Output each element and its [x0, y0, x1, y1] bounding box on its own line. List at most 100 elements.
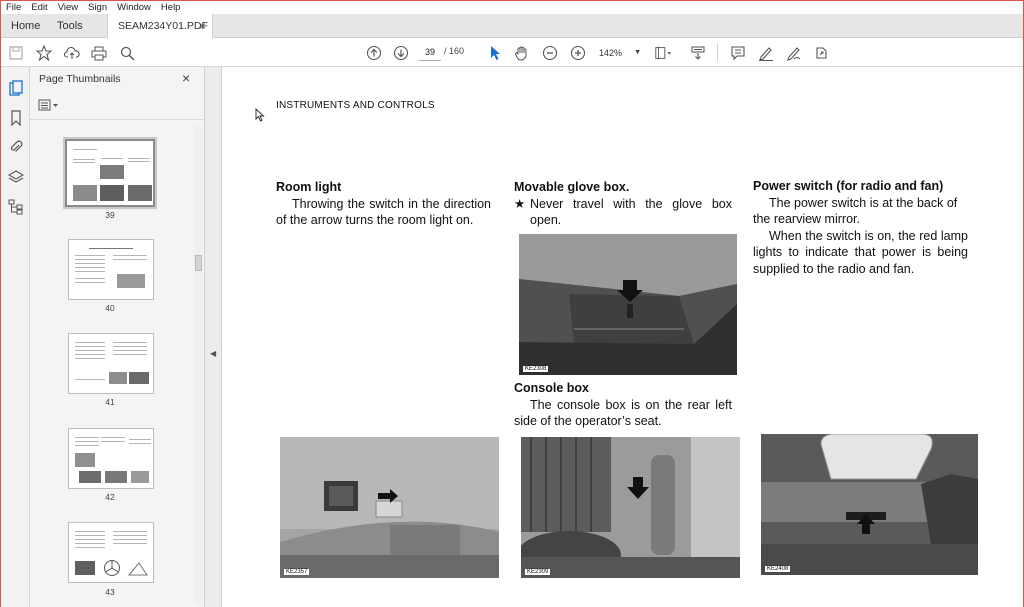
panel-splitter[interactable]: ◀ [205, 67, 222, 607]
thumb-text [128, 158, 150, 159]
sign-icon[interactable] [785, 44, 803, 62]
zoom-select[interactable]: 142% ▼ [599, 45, 641, 61]
thumbnail-page-40[interactable] [68, 239, 154, 300]
print-icon[interactable] [90, 44, 108, 62]
thumbnail-scrollbar[interactable] [194, 125, 203, 605]
scroll-mode-icon[interactable] [689, 44, 707, 62]
menu-help[interactable]: Help [156, 2, 186, 13]
thumb-photo [75, 561, 95, 575]
thumb-text [75, 379, 105, 380]
thumbnails-icon[interactable] [7, 79, 24, 96]
zoom-in-icon[interactable] [569, 44, 587, 62]
tab-document[interactable]: SEAM234Y01.PDF × [107, 14, 213, 38]
power-switch-title: Power switch (for radio and fan) [753, 179, 944, 193]
panel-divider [30, 119, 205, 120]
menu-sign[interactable]: Sign [83, 2, 112, 13]
hand-tool-icon[interactable] [513, 44, 531, 62]
menu-view[interactable]: View [53, 2, 83, 13]
close-icon[interactable]: × [182, 70, 190, 86]
thumb-text [75, 354, 105, 355]
page-down-icon[interactable] [392, 44, 410, 62]
thumb-text [101, 158, 123, 159]
cloud-upload-icon[interactable] [63, 44, 81, 62]
console-box-section: Console box The console box is on the re… [514, 380, 732, 430]
tab-home[interactable]: Home [11, 14, 40, 38]
left-rail [1, 67, 30, 607]
thumbnail-page-42[interactable] [68, 428, 154, 489]
glove-box-body: Never travel with the glove box open. [530, 196, 732, 228]
thumb-text [73, 159, 95, 160]
layers-icon[interactable] [7, 168, 24, 185]
star-icon[interactable] [35, 44, 53, 62]
glove-box-section: Movable glove box. ★ Never travel with t… [514, 179, 732, 229]
page-total: / 160 [444, 46, 465, 56]
thumb-text [101, 437, 125, 438]
menu-bar: File Edit View Sign Window Help [1, 1, 1023, 14]
photo-label: KE2309 [525, 569, 551, 575]
fit-page-icon[interactable] [654, 44, 672, 62]
zoom-value: 142% [599, 48, 623, 58]
thumb-photo [117, 274, 145, 288]
thumb-photo [131, 471, 149, 483]
page-up-icon[interactable] [365, 44, 383, 62]
thumb-text [113, 354, 147, 355]
toolbar-divider [717, 44, 718, 61]
thumb-text [113, 259, 147, 260]
document-view[interactable]: INSTRUMENTS AND CONTROLS Room light Thro… [222, 67, 1023, 607]
thumb-text [75, 259, 105, 260]
thumb-text [113, 342, 147, 343]
thumbnail-label: 43 [105, 587, 115, 597]
glove-box-title: Movable glove box. [514, 180, 630, 194]
power-switch-body-1: The power switch is at the back of the r… [753, 195, 958, 227]
star-icon: ★ [514, 196, 526, 211]
thumb-text [75, 267, 105, 268]
bookmark-icon[interactable] [7, 109, 24, 126]
share-icon[interactable] [812, 44, 830, 62]
close-icon[interactable]: × [199, 14, 206, 38]
thumb-text [75, 282, 105, 283]
thumbnail-label: 41 [105, 397, 115, 407]
structure-icon[interactable] [7, 198, 24, 215]
photo-label: KE2357 [284, 569, 310, 575]
comment-icon[interactable] [729, 44, 747, 62]
thumbnail-options-button[interactable] [38, 98, 62, 112]
thumbnail-page-43[interactable] [68, 522, 154, 583]
thumbnail-page-41[interactable] [68, 333, 154, 394]
highlight-pen-icon[interactable] [757, 44, 775, 62]
thumb-text [75, 445, 99, 446]
panel-title: Page Thumbnails [39, 73, 121, 85]
attachment-icon[interactable] [7, 138, 24, 155]
thumb-text [75, 346, 105, 347]
console-box-photo: KE2309 [521, 437, 740, 578]
menu-edit[interactable]: Edit [26, 2, 52, 13]
page-number-input[interactable]: 39 [419, 45, 441, 61]
console-box-body: The console box is on the rear left side… [514, 397, 732, 429]
menu-window[interactable]: Window [112, 2, 156, 13]
thumbnail-label: 39 [105, 210, 115, 220]
thumb-text [101, 441, 125, 442]
tab-tools[interactable]: Tools [57, 14, 83, 38]
thumb-text [75, 539, 105, 540]
search-icon[interactable] [118, 44, 136, 62]
room-light-section: Room light Throwing the switch in the di… [276, 179, 491, 229]
menu-file[interactable]: File [1, 2, 26, 13]
thumb-diagram [104, 560, 120, 576]
mouse-cursor-icon [255, 108, 265, 122]
thumb-text [75, 271, 105, 272]
save-icon[interactable] [7, 44, 25, 62]
power-switch-section: Power switch (for radio and fan) The pow… [753, 178, 968, 277]
glove-box-photo-art [519, 234, 737, 375]
room-light-photo-art [280, 437, 499, 578]
thumb-text [73, 149, 97, 150]
thumb-photo [129, 372, 149, 384]
zoom-out-icon[interactable] [541, 44, 559, 62]
collapse-arrow-icon[interactable]: ◀ [210, 349, 216, 358]
scrollbar-thumb[interactable] [195, 255, 202, 271]
chevron-down-icon: ▼ [634, 49, 641, 56]
select-tool-icon[interactable] [486, 44, 504, 62]
thumbnail-page-39[interactable] [65, 139, 155, 207]
power-switch-photo: KE2408 [761, 434, 978, 575]
thumb-photo [100, 165, 124, 179]
thumb-text [113, 531, 147, 532]
thumb-text [128, 161, 150, 162]
